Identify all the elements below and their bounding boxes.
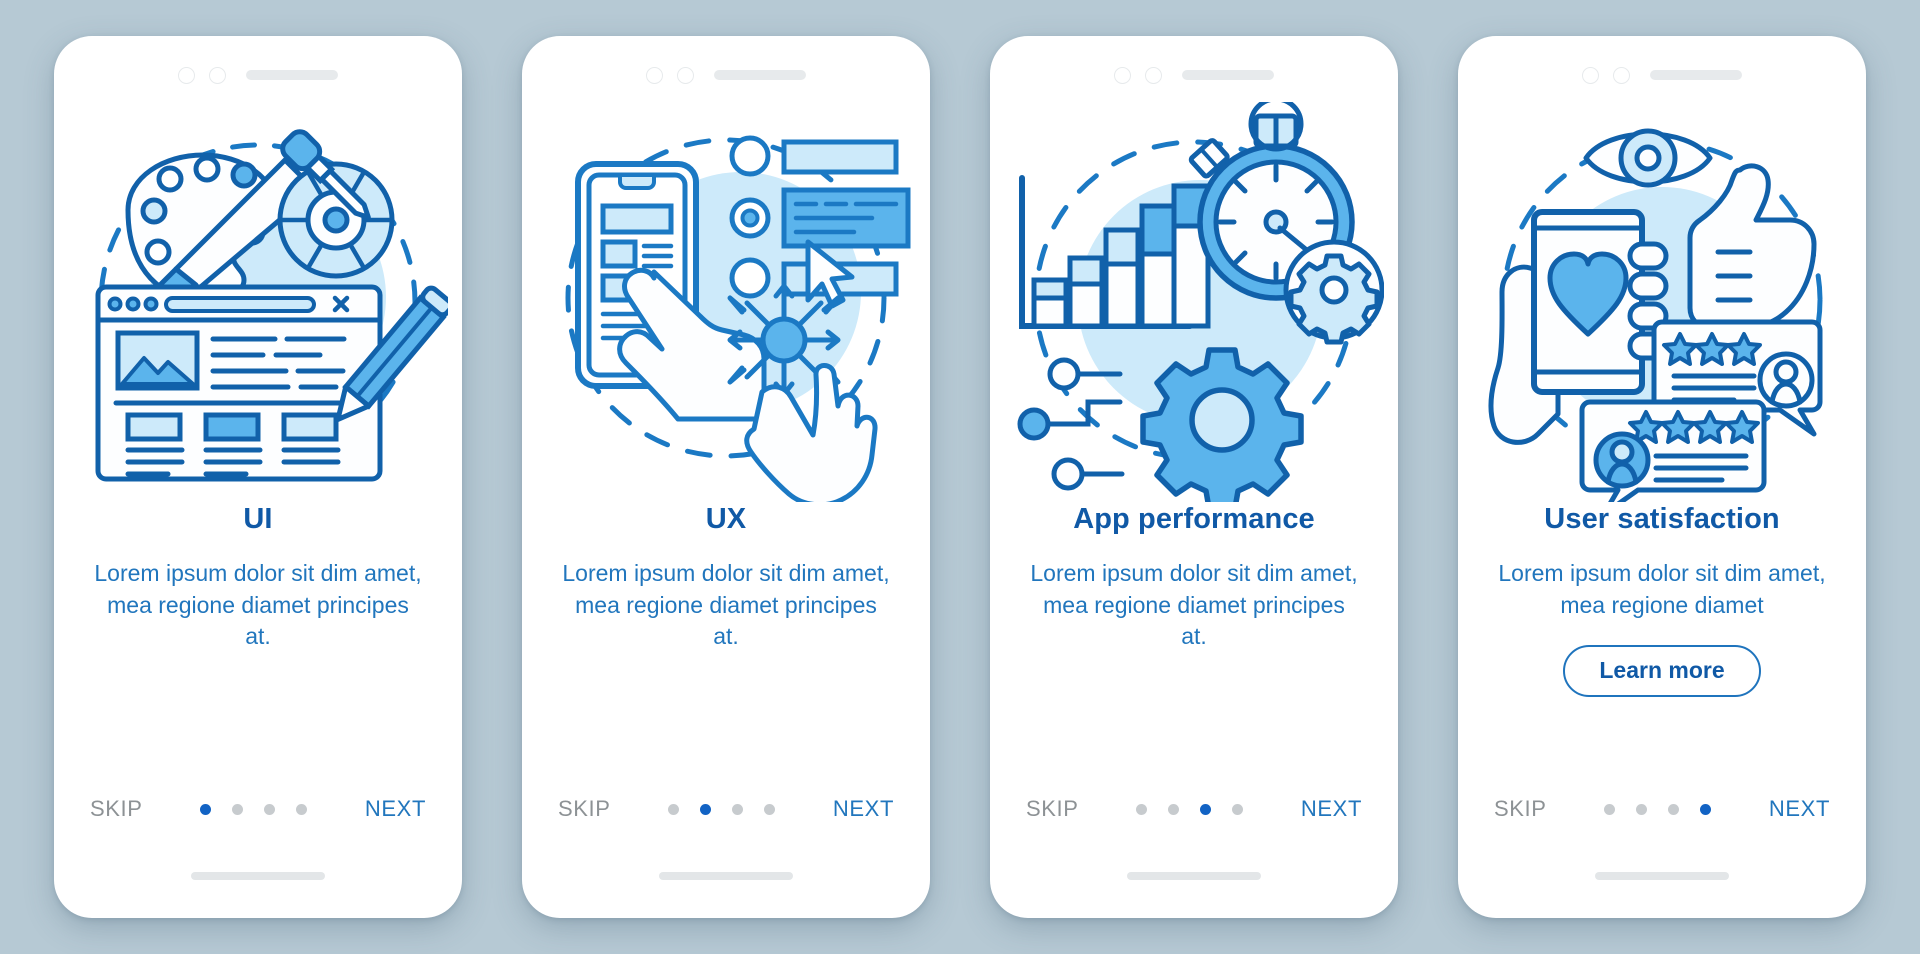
next-button[interactable]: NEXT [365, 796, 426, 822]
phone-card-ux: UX Lorem ipsum dolor sit dim amet, mea r… [522, 36, 930, 918]
pagination-dot-3[interactable] [732, 803, 744, 815]
skip-button[interactable]: SKIP [1494, 796, 1547, 822]
sensor-icon [1613, 66, 1630, 84]
home-indicator [659, 872, 793, 880]
pagination-dot-1[interactable] [668, 803, 680, 815]
pagination-dot-4[interactable] [1700, 803, 1712, 815]
home-indicator [191, 872, 325, 880]
sensor-icon [209, 66, 226, 84]
page-description: Lorem ipsum dolor sit dim amet, mea regi… [1498, 559, 1826, 618]
learn-more-button[interactable]: Learn more [1563, 645, 1761, 697]
phone-card-user-satisfaction: User satisfaction Lorem ipsum dolor sit … [1458, 36, 1866, 918]
pagination-dot-4[interactable] [296, 803, 308, 815]
card-text-block: App performance Lorem ipsum dolor sit di… [990, 503, 1398, 653]
ui-design-illustration [95, 129, 448, 482]
pagination-dots [668, 803, 776, 815]
pagination-dot-1[interactable] [1604, 803, 1616, 815]
camera-icon [178, 66, 195, 84]
page-title: UI [243, 503, 273, 535]
onboarding-nav: SKIP NEXT [522, 796, 930, 822]
page-title: App performance [1073, 503, 1315, 535]
skip-button[interactable]: SKIP [90, 796, 143, 822]
speaker-grille [714, 70, 806, 80]
skip-button[interactable]: SKIP [1026, 796, 1079, 822]
app-performance-illustration [1017, 102, 1384, 502]
pagination-dot-2[interactable] [700, 803, 712, 815]
phone-card-app-performance: App performance Lorem ipsum dolor sit di… [990, 36, 1398, 918]
pagination-dot-3[interactable] [1668, 803, 1680, 815]
onboarding-nav: SKIP NEXT [1458, 796, 1866, 822]
next-button[interactable]: NEXT [833, 796, 894, 822]
home-indicator [1127, 872, 1261, 880]
camera-icon [646, 66, 663, 84]
user-satisfaction-illustration [1488, 128, 1823, 502]
onboarding-nav: SKIP NEXT [990, 796, 1398, 822]
card-text-block: UI Lorem ipsum dolor sit dim amet, mea r… [54, 503, 462, 653]
pagination-dot-3[interactable] [1200, 803, 1212, 815]
pagination-dot-2[interactable] [1636, 803, 1648, 815]
pagination-dot-3[interactable] [264, 803, 276, 815]
speaker-grille [246, 70, 338, 80]
home-indicator [1595, 872, 1729, 880]
pagination-dots [200, 803, 308, 815]
pagination-dot-2[interactable] [232, 803, 244, 815]
speaker-grille [1182, 70, 1274, 80]
speaker-grille [1650, 70, 1742, 80]
card-text-block: User satisfaction Lorem ipsum dolor sit … [1458, 503, 1866, 697]
page-description: Lorem ipsum dolor sit dim amet, mea regi… [1030, 559, 1358, 650]
camera-icon [1114, 66, 1131, 84]
ux-interaction-illustration [565, 135, 911, 502]
phone-status-bar [54, 36, 462, 96]
phone-status-bar [990, 36, 1398, 96]
camera-icon [1582, 66, 1599, 84]
next-button[interactable]: NEXT [1301, 796, 1362, 822]
pagination-dot-4[interactable] [1232, 803, 1244, 815]
pagination-dots [1604, 803, 1712, 815]
page-description: Lorem ipsum dolor sit dim amet, mea regi… [94, 559, 422, 650]
page-description: Lorem ipsum dolor sit dim amet, mea regi… [562, 559, 890, 650]
skip-button[interactable]: SKIP [558, 796, 611, 822]
pagination-dots [1136, 803, 1244, 815]
pagination-dot-1[interactable] [200, 803, 212, 815]
onboarding-nav: SKIP NEXT [54, 796, 462, 822]
phone-card-ui: UI Lorem ipsum dolor sit dim amet, mea r… [54, 36, 462, 918]
page-title: UX [705, 503, 747, 535]
sensor-icon [1145, 66, 1162, 84]
sensor-icon [677, 66, 694, 84]
learn-more-wrapper: Learn more [1563, 645, 1761, 697]
pagination-dot-2[interactable] [1168, 803, 1180, 815]
pagination-dot-4[interactable] [764, 803, 776, 815]
phone-status-bar [522, 36, 930, 96]
page-title: User satisfaction [1544, 503, 1780, 535]
pagination-dot-1[interactable] [1136, 803, 1148, 815]
next-button[interactable]: NEXT [1769, 796, 1830, 822]
onboarding-screens-stage: UI Lorem ipsum dolor sit dim amet, mea r… [0, 0, 1920, 954]
phone-status-bar [1458, 36, 1866, 96]
card-text-block: UX Lorem ipsum dolor sit dim amet, mea r… [522, 503, 930, 653]
